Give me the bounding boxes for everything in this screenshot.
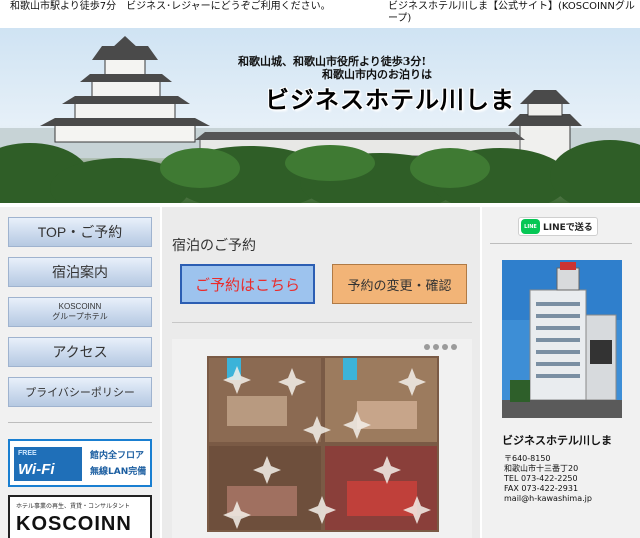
sidebar-item-label: KOSCOINN bbox=[58, 302, 102, 311]
line-share-button[interactable]: LINE LINEで送る bbox=[518, 217, 598, 236]
page-title: 宿泊のご予約 bbox=[172, 238, 256, 254]
koscoinn-subtitle: ホテル事業の再生、賃貸・コンサルタント bbox=[16, 503, 131, 510]
address: 和歌山市十三番丁20 bbox=[504, 464, 579, 473]
wifi-brand: Wi-Fi bbox=[18, 461, 55, 478]
banner-hotel-name: ビジネスホテル川しま bbox=[265, 85, 515, 114]
room-photo-slideshow[interactable] bbox=[207, 356, 439, 532]
left-sidebar: TOP・ご予約 宿泊案内 KOSCOINN グループホテル アクセス プライバシ… bbox=[0, 207, 160, 538]
fax-number: FAX 073-422-2931 bbox=[504, 484, 579, 493]
slide-dot[interactable] bbox=[433, 344, 439, 350]
slide-dot[interactable] bbox=[451, 344, 457, 350]
hotel-name: ビジネスホテル川しま bbox=[502, 434, 612, 447]
wifi-banner[interactable]: FREE Wi-Fi 館内全フロア 無線LAN完備 bbox=[8, 439, 152, 487]
email-link[interactable]: mail@h-kawashima.jp bbox=[504, 494, 592, 504]
access-note: 和歌山市駅より徒歩7分 ビジネス･レジャーにどうぞご利用ください。 bbox=[10, 1, 331, 12]
header-banner: 和歌山城、和歌山市役所より徒歩3分! 和歌山市内のお泊りは ビジネスホテル川しま bbox=[0, 28, 640, 203]
sidebar-divider bbox=[8, 422, 152, 423]
sidebar-item-label: 宿泊案内 bbox=[52, 264, 108, 280]
koscoinn-logo: KOSCOINN bbox=[16, 513, 132, 535]
sidebar-item-top-reservation[interactable]: TOP・ご予約 bbox=[8, 217, 152, 247]
right-divider bbox=[490, 243, 632, 244]
sidebar-item-label: TOP・ご予約 bbox=[37, 224, 123, 240]
wifi-free-label: FREE bbox=[18, 450, 37, 457]
site-identity: ビジネスホテル川しま【公式サイト】(KOSCOINNグループ) bbox=[388, 1, 635, 24]
hotel-building-photo bbox=[502, 260, 622, 418]
reserve-button[interactable]: ご予約はこちら bbox=[180, 264, 315, 304]
hotel-contact: 〒640-8150 和歌山市十三番丁20 TEL 073-422-2250 FA… bbox=[504, 454, 592, 504]
sidebar-item-label: アクセス bbox=[52, 344, 108, 360]
change-reservation-button[interactable]: 予約の変更・確認 bbox=[332, 264, 467, 304]
line-share-label: LINEで送る bbox=[543, 223, 593, 233]
sidebar-item-stay-info[interactable]: 宿泊案内 bbox=[8, 257, 152, 287]
line-logo-icon: LINE bbox=[521, 219, 540, 234]
wifi-text: 館内全フロア 無線LAN完備 bbox=[90, 448, 146, 480]
slideshow-dots[interactable] bbox=[424, 344, 457, 350]
slide-dot[interactable] bbox=[424, 344, 430, 350]
wifi-line-2: 無線LAN完備 bbox=[90, 467, 147, 477]
top-info-bar: 和歌山市駅より徒歩7分 ビジネス･レジャーにどうぞご利用ください。 ビジネスホテ… bbox=[0, 0, 640, 28]
right-sidebar: LINE LINEで送る ビジネスホテル川しま 〒640-8150 和歌山市十三… bbox=[482, 207, 640, 538]
sidebar-item-label: プライバシーポリシー bbox=[25, 387, 135, 399]
koscoinn-banner[interactable]: ホテル事業の再生、賃貸・コンサルタント KOSCOINN bbox=[8, 495, 152, 538]
sidebar-item-sublabel: グループホテル bbox=[52, 312, 108, 321]
main-content: 宿泊のご予約 ご予約はこちら 予約の変更・確認 bbox=[162, 207, 480, 538]
postal-code: 〒640-8150 bbox=[504, 454, 551, 463]
wifi-line-1: 館内全フロア bbox=[90, 451, 145, 461]
slide-dot[interactable] bbox=[442, 344, 448, 350]
sidebar-item-privacy-policy[interactable]: プライバシーポリシー bbox=[8, 377, 152, 407]
sidebar-item-access[interactable]: アクセス bbox=[8, 337, 152, 367]
sidebar-item-koscoinn-group[interactable]: KOSCOINN グループホテル bbox=[8, 297, 152, 327]
phone-number: TEL 073-422-2250 bbox=[504, 474, 578, 483]
content-divider bbox=[172, 322, 472, 323]
wifi-logo: FREE Wi-Fi bbox=[14, 447, 82, 481]
